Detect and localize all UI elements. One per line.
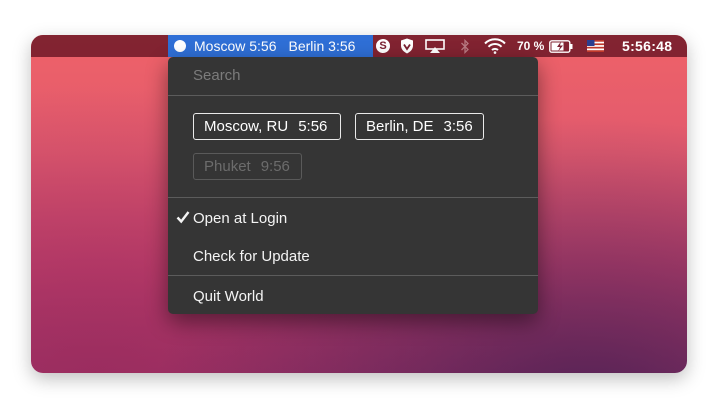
checkmark-icon xyxy=(176,211,190,224)
city-time: 3:56 xyxy=(443,118,473,135)
divider xyxy=(168,197,538,198)
world-dot-icon xyxy=(174,40,186,52)
battery-percent[interactable]: 70 % xyxy=(517,35,544,57)
skype-glyph: S xyxy=(376,39,390,53)
city-chip-moscow[interactable]: Moscow, RU 5:56 xyxy=(193,113,341,140)
menubar-clock[interactable]: 5:56:48 xyxy=(622,35,672,57)
city-time: 9:56 xyxy=(260,158,290,175)
world-clock-menu: Search Moscow, RU 5:56 Berlin, DE 3:56 P… xyxy=(168,57,538,314)
menu-bar: Moscow 5:56 Berlin 3:56 S 70 % 5:56:48 xyxy=(31,35,687,57)
wifi-icon[interactable] xyxy=(484,35,506,57)
status-berlin: Berlin 3:56 xyxy=(288,38,356,54)
bluetooth-icon[interactable] xyxy=(460,35,470,57)
divider xyxy=(168,95,538,96)
shield-icon[interactable] xyxy=(400,35,414,57)
divider xyxy=(168,275,538,276)
world-clock-text: Moscow 5:56 Berlin 3:56 xyxy=(194,38,355,54)
status-moscow: Moscow 5:56 xyxy=(194,38,277,54)
city-chip-phuket[interactable]: Phuket 9:56 xyxy=(193,153,302,180)
menu-item-quit[interactable]: Quit World xyxy=(193,288,264,305)
city-name: Phuket xyxy=(204,158,251,175)
search-field[interactable]: Search xyxy=(193,67,241,84)
city-name: Berlin, DE xyxy=(366,118,434,135)
city-chip-berlin[interactable]: Berlin, DE 3:56 xyxy=(355,113,484,140)
world-clock-status-item[interactable]: Moscow 5:56 Berlin 3:56 xyxy=(168,35,373,57)
skype-icon[interactable]: S xyxy=(376,35,390,57)
menu-item-open-at-login[interactable]: Open at Login xyxy=(193,210,287,227)
city-name: Moscow, RU xyxy=(204,118,289,135)
airplay-icon[interactable] xyxy=(425,35,445,57)
battery-icon[interactable] xyxy=(549,35,573,57)
us-flag-icon[interactable] xyxy=(587,35,604,57)
city-time: 5:56 xyxy=(298,118,328,135)
menu-item-check-update[interactable]: Check for Update xyxy=(193,248,310,265)
